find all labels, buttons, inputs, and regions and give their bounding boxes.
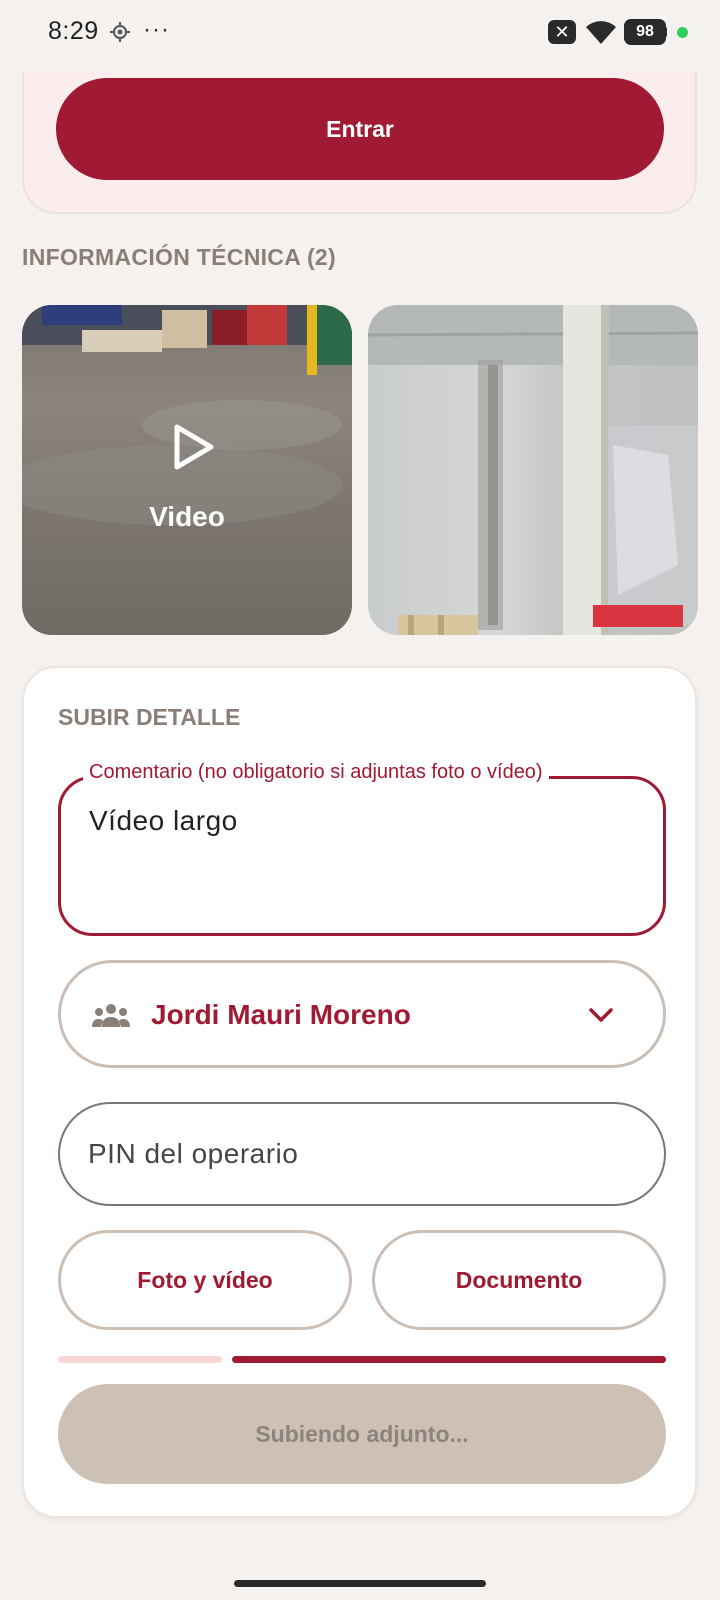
more-dots: ··· (143, 16, 170, 43)
pin-input[interactable] (58, 1102, 666, 1206)
location-icon (110, 22, 130, 42)
uploading-button: Subiendo adjunto... (58, 1384, 666, 1484)
progress-fill (232, 1356, 666, 1363)
photo-video-button[interactable]: Foto y vídeo (58, 1230, 352, 1330)
battery-level: 98 (624, 19, 666, 45)
play-icon (174, 424, 214, 470)
progress-track (58, 1356, 222, 1363)
comment-field[interactable]: Comentario (no obligatorio si adjuntas f… (58, 761, 666, 936)
people-icon (92, 1004, 130, 1027)
notification-close-icon: ✕ (548, 20, 576, 44)
comment-value[interactable]: Vídeo largo (89, 805, 238, 837)
privacy-indicator-dot (677, 27, 688, 38)
wifi-icon (586, 21, 616, 44)
document-button[interactable]: Documento (372, 1230, 666, 1330)
video-thumbnail[interactable]: Video (22, 305, 352, 635)
video-label: Video (149, 501, 225, 532)
upload-detail-card: SUBIR DETALLE Comentario (no obligatorio… (22, 666, 697, 1518)
chevron-down-icon (589, 1008, 613, 1022)
operator-name: Jordi Mauri Moreno (151, 999, 411, 1030)
enter-button[interactable]: Entrar (56, 78, 664, 180)
photo-scene (368, 305, 698, 635)
status-bar: 8:29 ··· ✕ 98 (0, 0, 720, 64)
operator-select[interactable]: Jordi Mauri Moreno (58, 960, 666, 1068)
status-time: 8:29 (48, 17, 99, 45)
upload-detail-title: SUBIR DETALLE (58, 704, 241, 730)
home-indicator[interactable] (234, 1580, 486, 1587)
photo-thumbnail[interactable] (368, 305, 698, 635)
technical-info-title: INFORMACIÓN TÉCNICA (2) (22, 244, 336, 270)
battery-tip (664, 27, 667, 37)
comment-label: Comentario (no obligatorio si adjuntas f… (83, 761, 549, 784)
